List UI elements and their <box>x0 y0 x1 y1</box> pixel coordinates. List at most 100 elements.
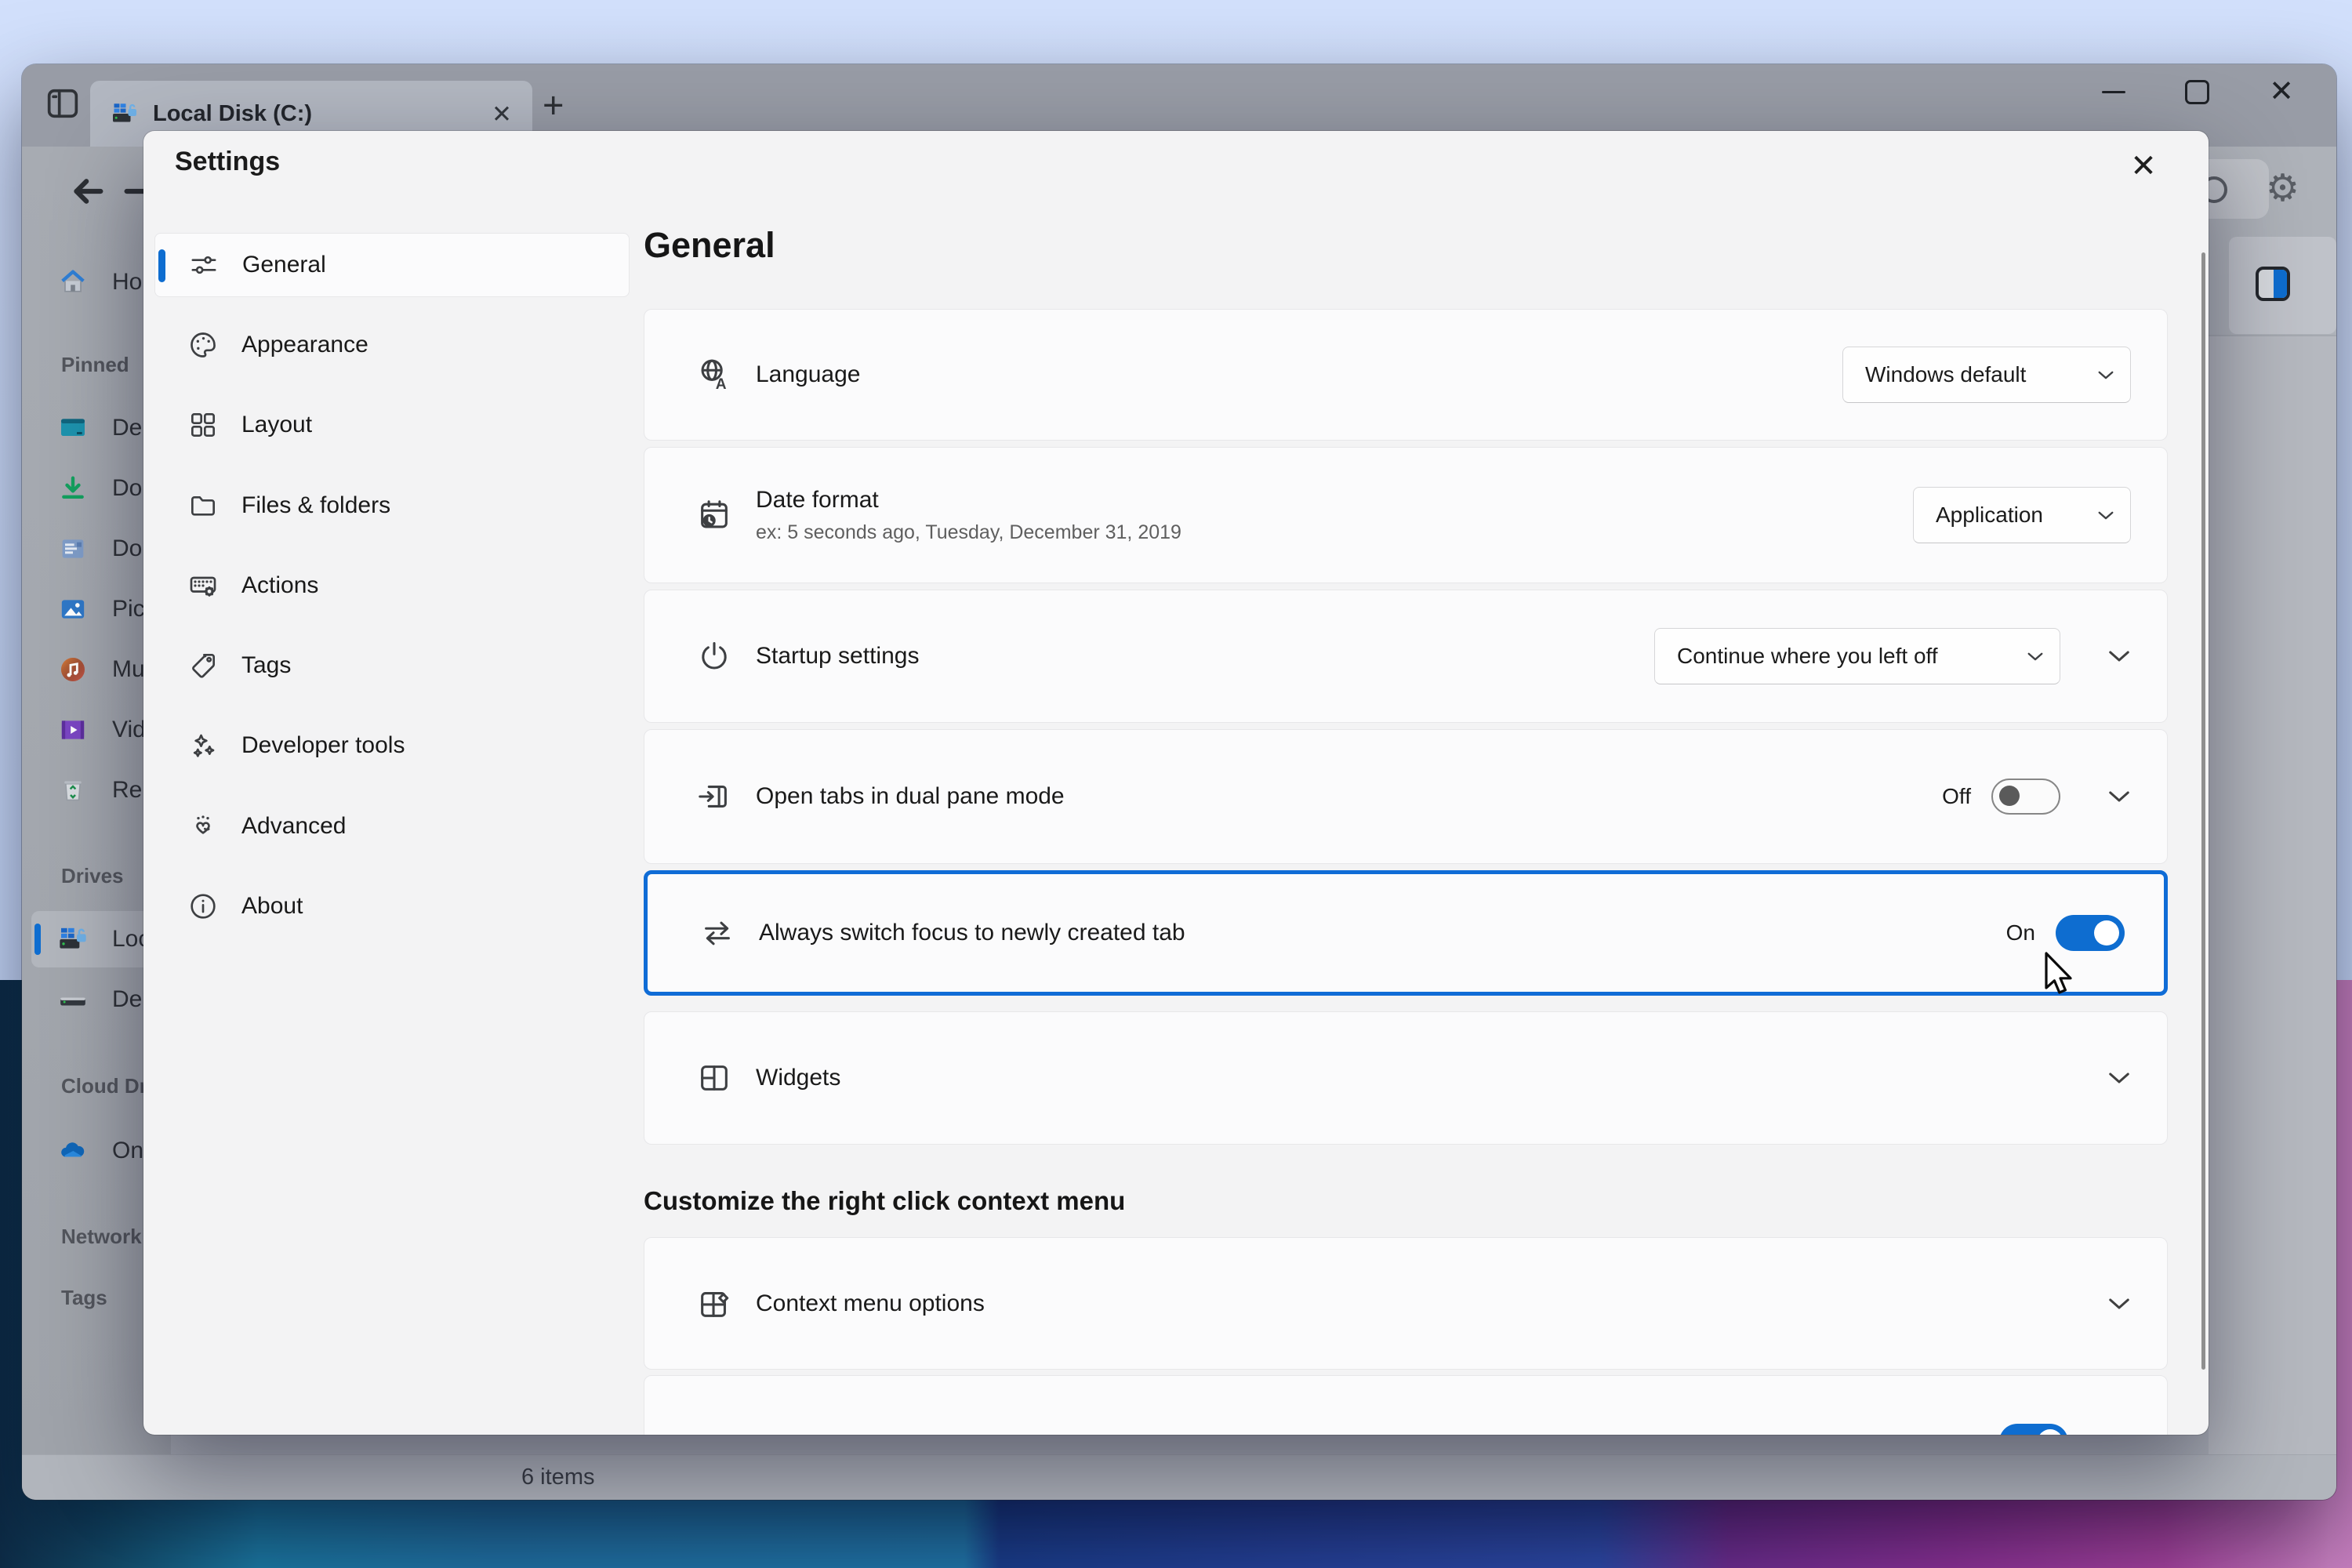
dialog-close-button[interactable]: ✕ <box>2118 140 2169 192</box>
sidebar-item-label: Vid <box>112 717 146 743</box>
screen: Local Disk (C:) ✕ + ✕ Ho Pinned <box>0 0 2352 1568</box>
toolbar-divider <box>2209 335 2336 336</box>
sidebar-section-cloud-drives: Cloud Dr <box>61 1074 147 1098</box>
nav-label: Layout <box>241 412 312 438</box>
tab-close-icon[interactable]: ✕ <box>492 102 512 126</box>
sidebar-section-drives: Drives <box>61 864 124 888</box>
settings-nav-about[interactable]: About <box>154 874 630 938</box>
drive-icon <box>57 984 89 1015</box>
focus-new-tab-toggle[interactable] <box>2056 915 2125 951</box>
setting-row-partial <box>644 1375 2168 1435</box>
statusbar: 6 items <box>22 1454 2336 1500</box>
back-icon[interactable] <box>71 176 105 207</box>
expand-chevron-icon[interactable] <box>2107 789 2131 804</box>
expand-chevron-icon[interactable] <box>2107 649 2131 663</box>
new-tab-icon[interactable]: + <box>543 86 564 123</box>
settings-nav-files-folders[interactable]: Files & folders <box>154 474 630 538</box>
local-disk-icon <box>57 924 89 955</box>
recycle-bin-icon <box>57 775 89 806</box>
startup-dropdown[interactable]: Continue where you left off <box>1654 628 2060 684</box>
explorer-content-area <box>2209 147 2336 1454</box>
nav-label: About <box>241 893 303 920</box>
sidebar-item-label: Ho <box>112 269 142 296</box>
dropdown-value: Application <box>1936 503 2043 528</box>
nav-selection-indicator <box>158 249 165 282</box>
keyboard-gear-icon <box>187 570 219 601</box>
svg-text:A: A <box>716 376 727 393</box>
pictures-icon <box>57 593 89 625</box>
sidebar-item-label: On <box>112 1138 143 1164</box>
setting-label: Always switch focus to newly created tab <box>759 920 1185 946</box>
toggle-state-label: Off <box>1942 784 1971 809</box>
sidebar-item-label: Do <box>112 535 142 562</box>
settings-nav-tags[interactable]: Tags <box>154 633 630 698</box>
dropdown-value: Windows default <box>1865 362 2026 387</box>
dropdown-value: Continue where you left off <box>1677 644 1938 669</box>
setting-row-focus-new-tab: Always switch focus to newly created tab… <box>644 870 2168 996</box>
settings-nav-developer-tools[interactable]: Developer tools <box>154 713 630 778</box>
chevron-down-icon <box>2097 370 2114 380</box>
dual-pane-icon <box>696 779 732 815</box>
sliders-icon <box>188 249 220 281</box>
nav-label: Appearance <box>241 332 368 358</box>
toggle-sidebar-icon[interactable] <box>42 83 83 124</box>
documents-icon <box>57 533 89 564</box>
downloads-icon <box>57 473 89 504</box>
chevron-down-icon <box>2027 652 2044 662</box>
widgets-icon <box>696 1060 732 1096</box>
nav-label: Developer tools <box>241 732 405 759</box>
sidebar-item-label: Pic <box>112 596 145 622</box>
date-format-dropdown[interactable]: Application <box>1913 487 2131 543</box>
onedrive-icon <box>57 1135 89 1167</box>
sparkles-icon <box>187 730 219 761</box>
nav-label: Tags <box>241 652 291 679</box>
dual-pane-toggle[interactable] <box>1991 779 2060 815</box>
expand-chevron-icon[interactable] <box>2107 1297 2131 1311</box>
maximize-icon[interactable] <box>2185 80 2209 104</box>
setting-row-context-menu: Context menu options <box>644 1237 2168 1370</box>
desktop-icon <box>57 412 89 444</box>
setting-row-dual-pane: Open tabs in dual pane mode Off <box>644 729 2168 864</box>
settings-nav-general[interactable]: General <box>154 233 630 297</box>
settings-nav-advanced[interactable]: Advanced <box>154 794 630 858</box>
language-icon: A <box>696 357 732 393</box>
partial-toggle[interactable] <box>1999 1424 2068 1436</box>
page-heading: General <box>644 225 775 266</box>
window-controls: ✕ <box>2102 64 2314 119</box>
nav-label: Files & folders <box>241 492 390 519</box>
sidebar-item-label: De <box>112 986 142 1013</box>
layout-grid-icon <box>187 409 219 441</box>
window-close-icon[interactable]: ✕ <box>2269 77 2294 107</box>
settings-nav-actions[interactable]: Actions <box>154 554 630 618</box>
gear-icon[interactable]: ⚙ <box>2266 166 2299 210</box>
item-count: 6 items <box>521 1465 594 1490</box>
power-icon <box>696 638 732 674</box>
context-menu-icon <box>696 1286 732 1322</box>
dialog-scrollbar[interactable] <box>2201 252 2205 1370</box>
setting-label: Open tabs in dual pane mode <box>756 783 1065 810</box>
sidebar-section-tags[interactable]: Tags <box>61 1286 107 1310</box>
sidebar-section-network[interactable]: Network <box>61 1225 142 1249</box>
minimize-icon[interactable] <box>2102 91 2125 93</box>
sidebar-item-label: Do <box>112 475 142 502</box>
language-dropdown[interactable]: Windows default <box>1842 347 2131 403</box>
switch-arrows-icon <box>699 915 735 951</box>
advanced-icon <box>187 811 219 842</box>
folder-icon <box>187 490 219 521</box>
calendar-clock-icon <box>696 497 732 533</box>
setting-label: Context menu options <box>756 1290 985 1317</box>
dialog-title: Settings <box>175 147 280 177</box>
sidebar-item-label: De <box>112 415 142 441</box>
settings-nav-layout[interactable]: Layout <box>154 393 630 457</box>
setting-row-widgets: Widgets <box>644 1011 2168 1145</box>
nav-label: Actions <box>241 572 318 599</box>
tab-title: Local Disk (C:) <box>153 101 312 127</box>
setting-row-date-format: Date format ex: 5 seconds ago, Tuesday, … <box>644 447 2168 583</box>
toggle-state-label: On <box>2006 920 2035 946</box>
preview-pane-toggle-icon[interactable] <box>2256 267 2290 301</box>
setting-example: ex: 5 seconds ago, Tuesday, December 31,… <box>756 521 1181 544</box>
settings-nav-appearance[interactable]: Appearance <box>154 313 630 377</box>
palette-icon <box>187 329 219 361</box>
tag-icon <box>187 650 219 681</box>
expand-chevron-icon[interactable] <box>2107 1071 2131 1085</box>
